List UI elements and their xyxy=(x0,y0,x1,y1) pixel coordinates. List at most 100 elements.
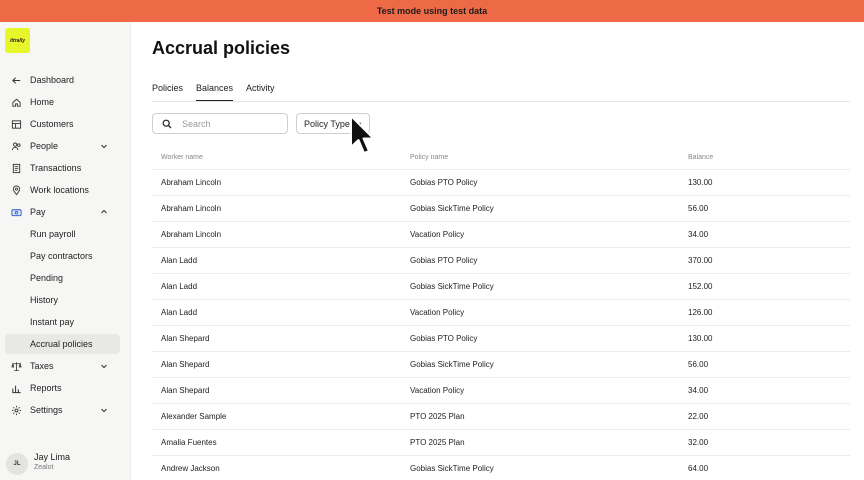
cell-policy-name: Gobias PTO Policy xyxy=(410,178,478,187)
cell-worker-name: Abraham Lincoln xyxy=(161,204,222,213)
cell-policy-name: Gobias SickTime Policy xyxy=(410,464,494,473)
search-input[interactable] xyxy=(182,118,272,129)
main-content: Accrual policies Policies Balances Activ… xyxy=(131,22,864,480)
search-box[interactable] xyxy=(152,113,288,134)
sidebar-item-label: Customers xyxy=(30,119,74,129)
cell-worker-name: Alan Shepard xyxy=(161,360,210,369)
cell-policy-name: Vacation Policy xyxy=(410,230,465,239)
sidebar-item-label: Pay xyxy=(30,207,46,217)
tab-activity[interactable]: Activity xyxy=(246,82,275,102)
header-balance[interactable]: Balance xyxy=(688,154,848,161)
sidebar-item-label: Transactions xyxy=(30,163,82,173)
table-row[interactable]: Alan Shepard Gobias PTO Policy 130.00 xyxy=(152,326,850,352)
chevron-down-icon xyxy=(101,144,107,149)
table-row[interactable]: Alan Shepard Vacation Policy 34.00 xyxy=(152,378,850,404)
location-pin-icon xyxy=(10,184,22,196)
tab-policies[interactable]: Policies xyxy=(152,82,183,102)
sidebar-subitem-history[interactable]: History xyxy=(5,290,120,310)
table-row[interactable]: Alan Ladd Vacation Policy 126.00 xyxy=(152,300,850,326)
page-title: Accrual policies xyxy=(152,38,291,58)
cell-balance: 32.00 xyxy=(688,438,709,447)
user-profile[interactable]: JL Jay Lima Zealot xyxy=(6,451,126,477)
chevron-down-icon xyxy=(101,408,107,413)
sidebar-subitem-pending[interactable]: Pending xyxy=(5,268,120,288)
table-row[interactable]: Alan Ladd Gobias SickTime Policy 152.00 xyxy=(152,274,850,300)
table-body: Abraham Lincoln Gobias PTO Policy 130.00 Ab… xyxy=(152,170,850,480)
receipt-icon xyxy=(10,162,22,174)
sidebar-item-label: Taxes xyxy=(30,361,54,371)
tab-bar: Policies Balances Activity xyxy=(152,82,288,102)
cell-worker-name: Alan Ladd xyxy=(161,256,198,265)
sidebar-subitem-label: History xyxy=(30,295,59,305)
cell-policy-name: Vacation Policy xyxy=(410,386,465,395)
cell-policy-name: Gobias SickTime Policy xyxy=(410,360,494,369)
sidebar-item-label: People xyxy=(30,141,59,151)
chart-icon xyxy=(10,382,22,394)
sidebar-item-people[interactable]: People xyxy=(5,136,120,156)
test-mode-banner: Test mode using test data xyxy=(0,0,864,22)
user-name: Jay Lima xyxy=(34,452,71,462)
sidebar-subitem-pay-contractors[interactable]: Pay contractors xyxy=(5,246,120,266)
sidebar-item-dashboard[interactable]: Dashboard xyxy=(5,70,120,90)
sidebar-item-pay[interactable]: Pay xyxy=(5,202,120,222)
sidebar-item-work-locations[interactable]: Work locations xyxy=(5,180,120,200)
sidebar-item-label: Settings xyxy=(30,405,63,415)
tab-balances[interactable]: Balances xyxy=(196,82,234,102)
cell-policy-name: Gobias PTO Policy xyxy=(410,334,478,343)
logo-text: ittrally xyxy=(9,37,25,44)
cell-worker-name: Abraham Lincoln xyxy=(161,178,222,187)
header-policy-name[interactable]: Policy name xyxy=(410,154,688,161)
sidebar-item-label: Dashboard xyxy=(30,75,75,85)
sidebar-item-label: Reports xyxy=(30,383,62,393)
sidebar-item-reports[interactable]: Reports xyxy=(5,378,120,398)
table-row[interactable]: Andrew Jackson Gobias SickTime Policy 64.0… xyxy=(152,456,850,480)
sidebar-subitem-instant-pay[interactable]: Instant pay xyxy=(5,312,120,332)
sidebar-subitem-accrual-policies[interactable]: Accrual policies xyxy=(5,334,120,354)
table-row[interactable]: Abraham Lincoln Vacation Policy 34.00 xyxy=(152,222,850,248)
cell-balance: 64.00 xyxy=(688,464,709,473)
sidebar-subitem-label: Instant pay xyxy=(30,317,75,327)
table-header: Worker name Policy name Balance xyxy=(152,146,850,170)
sidebar-subitem-run-payroll[interactable]: Run payroll xyxy=(5,224,120,244)
table-row[interactable]: Alan Shepard Gobias SickTime Policy 56.00 xyxy=(152,352,850,378)
sidebar-item-transactions[interactable]: Transactions xyxy=(5,158,120,178)
table-row[interactable]: Alexander Sample PTO 2025 Plan 22.00 xyxy=(152,404,850,430)
cell-policy-name: Gobias PTO Policy xyxy=(410,256,478,265)
table-row[interactable]: Abraham Lincoln Gobias PTO Policy 130.00 xyxy=(152,170,850,196)
sidebar-item-settings[interactable]: Settings xyxy=(5,400,120,420)
scale-icon xyxy=(10,360,22,372)
cell-balance: 56.00 xyxy=(688,204,709,213)
sidebar-item-customers[interactable]: Customers xyxy=(5,114,120,134)
cell-balance: 22.00 xyxy=(688,412,709,421)
home-icon xyxy=(10,96,22,108)
sidebar-item-label: Work locations xyxy=(30,185,89,195)
cell-balance: 130.00 xyxy=(688,178,713,187)
cell-policy-name: Gobias SickTime Policy xyxy=(410,204,494,213)
cell-worker-name: Alan Ladd xyxy=(161,282,198,291)
table-row[interactable]: Amalia Fuentes PTO 2025 Plan 32.00 xyxy=(152,430,850,456)
sidebar-item-home[interactable]: Home xyxy=(5,92,120,112)
cell-worker-name: Alexander Sample xyxy=(161,412,227,421)
company-logo[interactable]: ittrally xyxy=(5,28,30,53)
cell-policy-name: Vacation Policy xyxy=(410,308,465,317)
sidebar-subitem-label: Pending xyxy=(30,273,64,283)
cell-balance: 130.00 xyxy=(688,334,713,343)
table-row[interactable]: Alan Ladd Gobias PTO Policy 370.00 xyxy=(152,248,850,274)
cell-worker-name: Alan Ladd xyxy=(161,308,198,317)
cell-worker-name: Alan Shepard xyxy=(161,386,210,395)
sidebar: ittrally Dashboard Home Customers People… xyxy=(0,22,131,480)
user-role: Zealot xyxy=(34,464,54,471)
search-icon xyxy=(162,119,172,128)
sidebar-item-taxes[interactable]: Taxes xyxy=(5,356,120,376)
cell-policy-name: PTO 2025 Plan xyxy=(410,412,465,421)
cell-worker-name: Alan Shepard xyxy=(161,334,210,343)
balances-table: Worker name Policy name Balance Abraham … xyxy=(152,146,850,480)
people-icon xyxy=(10,140,22,152)
table-row[interactable]: Abraham Lincoln Gobias SickTime Policy 56.… xyxy=(152,196,850,222)
gear-icon xyxy=(10,404,22,416)
cell-policy-name: Gobias SickTime Policy xyxy=(410,282,494,291)
cell-balance: 34.00 xyxy=(688,230,709,239)
cell-worker-name: Amalia Fuentes xyxy=(161,438,217,447)
tab-divider xyxy=(152,101,850,102)
chevron-up-icon xyxy=(101,209,107,214)
